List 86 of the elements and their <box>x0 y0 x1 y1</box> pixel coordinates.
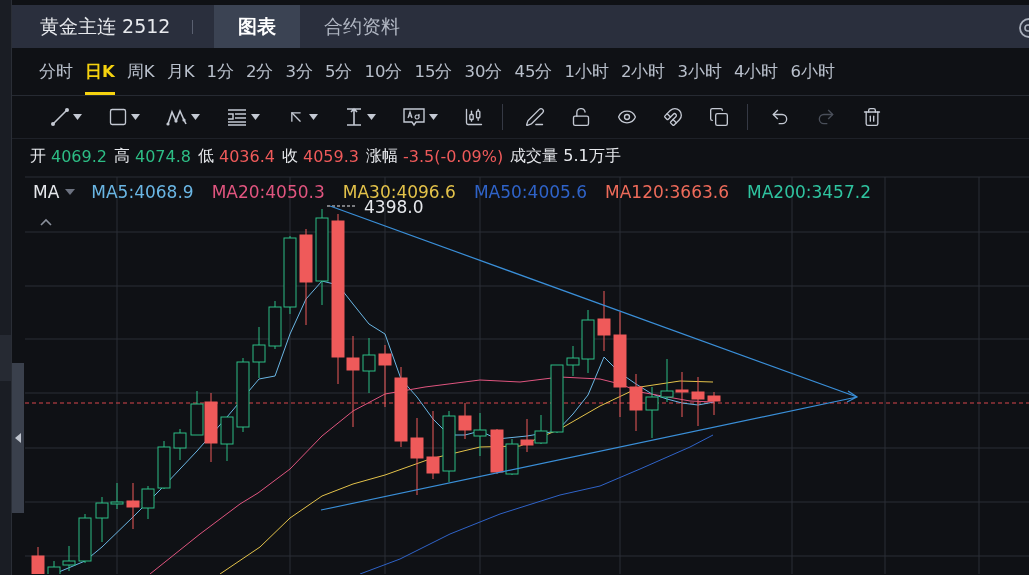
quote-label: 开 <box>30 146 46 167</box>
leader-line <box>326 205 358 207</box>
candlestick <box>629 373 643 432</box>
trash-icon <box>862 107 882 127</box>
candlestick <box>597 290 611 352</box>
text-box-icon <box>402 107 426 127</box>
ma-value: MA200:3457.2 <box>747 182 871 202</box>
caret-left-icon <box>15 433 21 443</box>
quote-value: 4059.3 <box>302 147 359 166</box>
period-tab[interactable]: 45分 <box>514 48 553 95</box>
candlestick <box>252 326 266 379</box>
candlestick <box>141 485 155 520</box>
candlestick <box>126 482 140 530</box>
period-tab[interactable]: 4小时 <box>733 48 779 95</box>
ma-value: MA120:3663.6 <box>605 182 729 202</box>
quote-label: 高 <box>114 146 130 167</box>
undo-icon <box>770 107 790 127</box>
candlestick <box>534 414 548 445</box>
gauge-icon[interactable] <box>1017 18 1029 38</box>
candlestick <box>173 428 187 461</box>
quote-value: 4069.2 <box>51 147 107 166</box>
period-tab[interactable]: 15分 <box>414 48 453 95</box>
candlestick <box>458 402 472 440</box>
candlestick <box>660 358 674 403</box>
redo-icon <box>816 107 836 127</box>
unlock-icon <box>571 107 591 127</box>
caret-icon[interactable] <box>65 189 76 195</box>
candlestick <box>505 438 519 476</box>
candlestick <box>362 337 376 394</box>
candlestick <box>675 371 689 418</box>
period-tab[interactable]: 3分 <box>285 48 313 95</box>
candlestick <box>550 364 564 434</box>
scrollbar-thumb[interactable] <box>0 334 11 381</box>
ma-value: MA20:4050.3 <box>211 182 325 202</box>
candlestick <box>220 416 234 462</box>
candlestick <box>157 440 171 490</box>
candlestick <box>707 391 721 416</box>
candlestick <box>31 546 45 574</box>
period-tab[interactable]: 周K <box>126 48 155 95</box>
period-tab[interactable]: 10分 <box>364 48 403 95</box>
period-tab[interactable]: 日K <box>85 48 115 95</box>
period-tab[interactable]: 30分 <box>464 48 503 95</box>
trend-line[interactable] <box>320 390 859 511</box>
period-tab[interactable]: 分时 <box>39 48 73 95</box>
tab[interactable]: 合约资料 <box>300 5 425 48</box>
magnet-icon <box>663 107 683 127</box>
zigzag-icon <box>166 107 188 127</box>
instrument-title: 黄金主连 2512 <box>39 13 172 39</box>
quote-label: 收 <box>281 146 298 167</box>
period-tab[interactable]: 6小时 <box>790 48 835 95</box>
period-tab[interactable]: 月K <box>166 48 195 95</box>
quote-value: 4036.4 <box>218 147 275 166</box>
fibonacci-lines-icon <box>226 107 248 127</box>
candlestick <box>378 344 392 408</box>
period-tab[interactable]: 1分 <box>206 48 234 95</box>
quote-label: 成交量 <box>510 146 559 167</box>
candlestick-icon <box>464 107 484 127</box>
quote-label: 低 <box>197 146 214 167</box>
trend-line-icon <box>50 107 70 127</box>
pencil-icon <box>525 107 545 127</box>
side-panel-handle[interactable] <box>12 363 24 513</box>
measure-icon <box>344 107 364 127</box>
period-tab[interactable]: 3小时 <box>677 48 722 95</box>
quote-value: 5.1万手 <box>563 146 621 167</box>
candlestick <box>691 376 705 427</box>
candlestick <box>473 412 487 457</box>
rectangle-icon <box>108 107 128 127</box>
high-price-label: 4398.0 <box>364 197 424 217</box>
candlestick <box>490 428 504 475</box>
ma-value: MA50:4005.6 <box>473 182 588 202</box>
quote-value: 4074.8 <box>135 147 191 166</box>
chevron-up-icon[interactable] <box>40 218 52 226</box>
period-tab[interactable]: 2分 <box>245 48 274 95</box>
quote-label: 涨幅 <box>365 146 398 167</box>
candlestick <box>645 386 659 439</box>
candlestick <box>426 410 440 480</box>
period-tab[interactable]: 5分 <box>324 48 353 95</box>
ma-label[interactable]: MA <box>33 182 60 202</box>
candlestick <box>78 513 92 564</box>
copy-icon <box>709 107 729 127</box>
quote-value: -3.5(-0.09%) <box>402 147 504 166</box>
period-tab[interactable]: 1小时 <box>564 48 609 95</box>
candlestick <box>520 418 534 453</box>
ma-value: MA5:4068.9 <box>91 182 194 202</box>
tab[interactable]: 图表 <box>214 5 301 48</box>
period-tab[interactable]: 2小时 <box>620 48 666 95</box>
